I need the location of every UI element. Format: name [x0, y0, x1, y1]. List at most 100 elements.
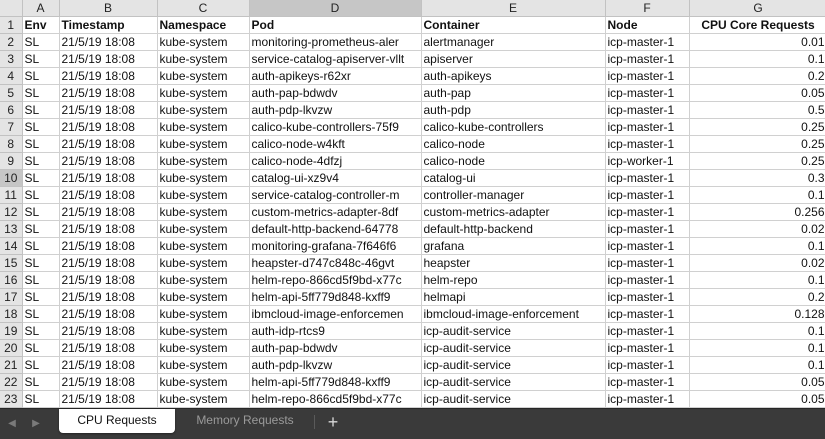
row-number[interactable]: 15	[0, 254, 23, 272]
cell[interactable]: auth-pap	[421, 84, 606, 102]
cell[interactable]: icp-master-1	[605, 305, 690, 323]
cell[interactable]: 0.5	[689, 101, 825, 119]
column-title-cell[interactable]: Namespace	[157, 16, 250, 34]
cell[interactable]: icp-master-1	[605, 322, 690, 340]
cell[interactable]: calico-node	[421, 152, 606, 170]
cell[interactable]: SL	[22, 356, 60, 374]
row-number[interactable]: 10	[0, 169, 23, 187]
cell[interactable]: SL	[22, 203, 60, 221]
cell[interactable]: 21/5/19 18:08	[59, 135, 158, 153]
cell[interactable]: icp-master-1	[605, 288, 690, 306]
row-number[interactable]: 21	[0, 356, 23, 374]
sheet-tab-cpu-requests[interactable]: CPU Requests	[59, 409, 175, 433]
column-header-e[interactable]: E	[421, 0, 606, 17]
cell[interactable]: kube-system	[157, 186, 250, 204]
spreadsheet-grid-area[interactable]: ABCDEFG 1 Env Timestamp Namespace Pod Contain…	[0, 0, 825, 408]
add-sheet-button[interactable]: +	[320, 412, 346, 432]
cell[interactable]: 0.05	[689, 390, 825, 408]
row-number[interactable]: 9	[0, 152, 23, 170]
cell[interactable]: 21/5/19 18:08	[59, 305, 158, 323]
column-header-d[interactable]: D	[249, 0, 422, 17]
cell[interactable]: kube-system	[157, 84, 250, 102]
spreadsheet-grid[interactable]: ABCDEFG 1 Env Timestamp Namespace Pod Contain…	[0, 0, 825, 408]
cell[interactable]: icp-master-1	[605, 356, 690, 374]
cell[interactable]: kube-system	[157, 50, 250, 68]
cell[interactable]: helmapi	[421, 288, 606, 306]
cell[interactable]: SL	[22, 67, 60, 85]
cell[interactable]: SL	[22, 186, 60, 204]
scroll-tabs-left-icon[interactable]: ◀	[5, 417, 19, 431]
cell[interactable]: auth-pdp-lkvzw	[249, 356, 422, 374]
cell[interactable]: alertmanager	[421, 33, 606, 51]
cell[interactable]: calico-node	[421, 135, 606, 153]
cell[interactable]: SL	[22, 50, 60, 68]
cell[interactable]: kube-system	[157, 356, 250, 374]
cell[interactable]: 21/5/19 18:08	[59, 84, 158, 102]
cell[interactable]: catalog-ui	[421, 169, 606, 187]
cell[interactable]: ibmcloud-image-enforcemen	[249, 305, 422, 323]
cell[interactable]: 21/5/19 18:08	[59, 373, 158, 391]
cell[interactable]: kube-system	[157, 220, 250, 238]
cell[interactable]: icp-master-1	[605, 67, 690, 85]
cell[interactable]: 0.1	[689, 339, 825, 357]
row-number[interactable]: 20	[0, 339, 23, 357]
cell[interactable]: kube-system	[157, 373, 250, 391]
row-number[interactable]: 16	[0, 271, 23, 289]
cell[interactable]: 21/5/19 18:08	[59, 390, 158, 408]
cell[interactable]: kube-system	[157, 67, 250, 85]
cell[interactable]: icp-master-1	[605, 169, 690, 187]
column-title-cell[interactable]: Timestamp	[59, 16, 158, 34]
cell[interactable]: helm-api-5ff779d848-kxff9	[249, 373, 422, 391]
row-number[interactable]: 19	[0, 322, 23, 340]
scroll-tabs-right-icon[interactable]: ▶	[29, 417, 43, 431]
cell[interactable]: kube-system	[157, 33, 250, 51]
cell[interactable]: kube-system	[157, 101, 250, 119]
cell[interactable]: icp-master-1	[605, 186, 690, 204]
row-number[interactable]: 7	[0, 118, 23, 136]
cell[interactable]: apiserver	[421, 50, 606, 68]
cell[interactable]: 0.1	[689, 356, 825, 374]
cell[interactable]: 0.05	[689, 373, 825, 391]
cell[interactable]: 21/5/19 18:08	[59, 118, 158, 136]
cell[interactable]: 0.256	[689, 203, 825, 221]
cell[interactable]: 21/5/19 18:08	[59, 67, 158, 85]
column-title-cell[interactable]: Container	[421, 16, 606, 34]
row-number[interactable]: 6	[0, 101, 23, 119]
column-title-cell[interactable]: Node	[605, 16, 690, 34]
column-header-g[interactable]: G	[689, 0, 825, 17]
cell[interactable]: monitoring-grafana-7f646f6	[249, 237, 422, 255]
column-title-cell[interactable]: Pod	[249, 16, 422, 34]
cell[interactable]: ibmcloud-image-enforcement	[421, 305, 606, 323]
cell[interactable]: custom-metrics-adapter-8df	[249, 203, 422, 221]
cell[interactable]: SL	[22, 33, 60, 51]
cell[interactable]: default-http-backend	[421, 220, 606, 238]
row-number[interactable]: 11	[0, 186, 23, 204]
cell[interactable]: 0.1	[689, 186, 825, 204]
cell[interactable]: 21/5/19 18:08	[59, 271, 158, 289]
select-all-corner[interactable]	[0, 0, 23, 17]
cell[interactable]: calico-kube-controllers	[421, 118, 606, 136]
cell[interactable]: 0.1	[689, 322, 825, 340]
cell[interactable]: kube-system	[157, 254, 250, 272]
cell[interactable]: kube-system	[157, 118, 250, 136]
cell[interactable]: SL	[22, 118, 60, 136]
cell[interactable]: SL	[22, 135, 60, 153]
row-number[interactable]: 14	[0, 237, 23, 255]
cell[interactable]: kube-system	[157, 322, 250, 340]
column-header-b[interactable]: B	[59, 0, 158, 17]
cell[interactable]: kube-system	[157, 152, 250, 170]
cell[interactable]: SL	[22, 84, 60, 102]
cell[interactable]: 21/5/19 18:08	[59, 322, 158, 340]
row-number[interactable]: 1	[0, 16, 23, 34]
cell[interactable]: kube-system	[157, 135, 250, 153]
cell[interactable]: SL	[22, 373, 60, 391]
cell[interactable]: icp-master-1	[605, 135, 690, 153]
cell[interactable]: 0.25	[689, 118, 825, 136]
cell[interactable]: icp-master-1	[605, 50, 690, 68]
cell[interactable]: grafana	[421, 237, 606, 255]
cell[interactable]: SL	[22, 322, 60, 340]
cell[interactable]: 21/5/19 18:08	[59, 101, 158, 119]
cell[interactable]: 21/5/19 18:08	[59, 254, 158, 272]
cell[interactable]: kube-system	[157, 237, 250, 255]
cell[interactable]: 0.25	[689, 135, 825, 153]
